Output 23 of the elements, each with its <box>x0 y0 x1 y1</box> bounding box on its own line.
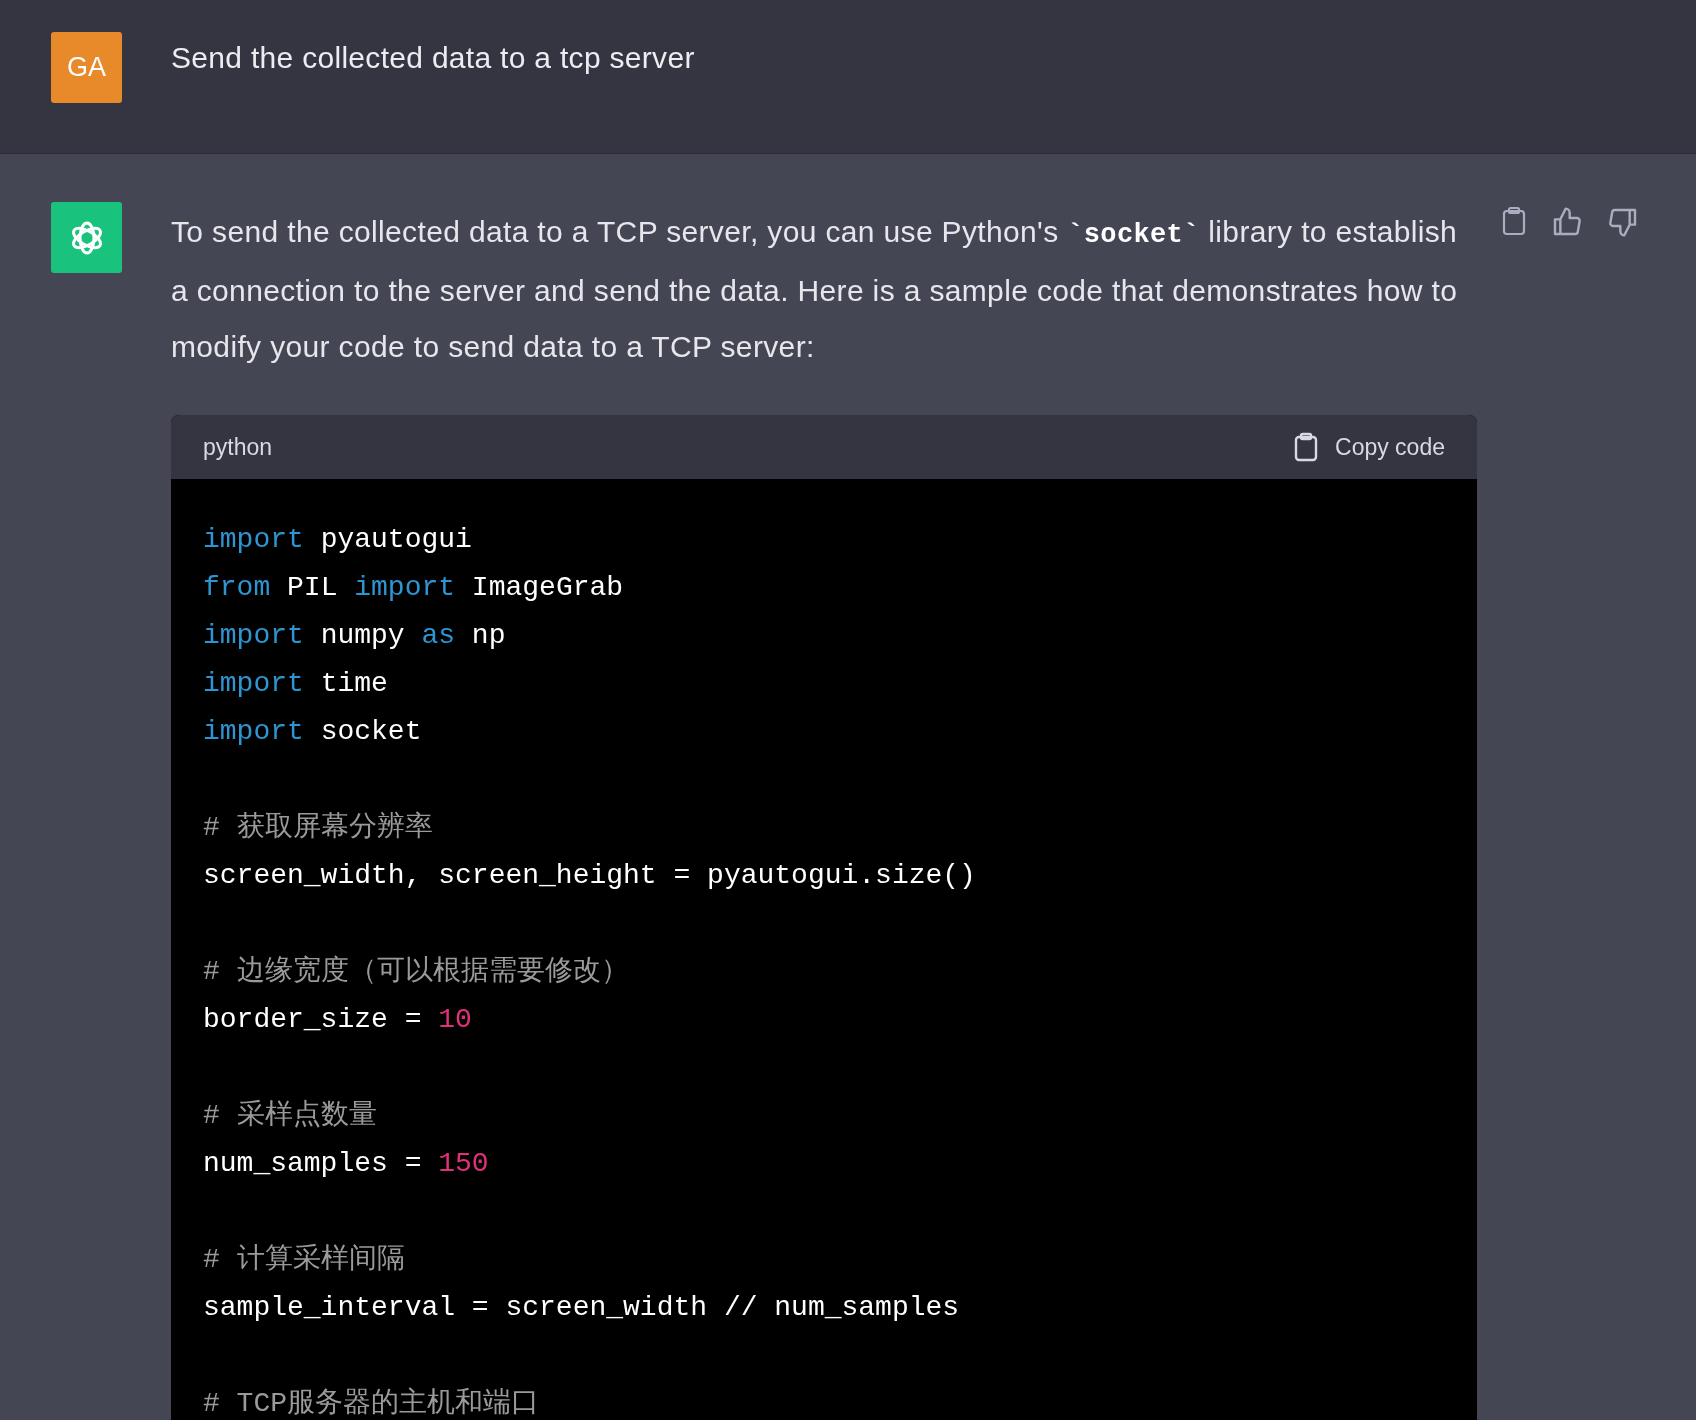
code-line: border_size = 10 <box>203 1003 473 1037</box>
user-avatar: GA <box>51 32 122 103</box>
code-line: # 采样点数量 <box>203 1099 378 1133</box>
code-line: import socket <box>203 715 423 749</box>
clipboard-icon <box>1293 432 1320 462</box>
code-line: # 边缘宽度（可以根据需要修改） <box>203 954 630 989</box>
code-line: import pyautogui <box>203 523 473 557</box>
user-message: Send the collected data to a tcp server <box>171 40 695 76</box>
thumbs-up-icon[interactable] <box>1551 206 1583 238</box>
code-line: import time <box>203 667 389 701</box>
code-line: num_samples = 150 <box>203 1147 490 1181</box>
assistant-message: To send the collected data to a TCP server, you can use Python's `socket` library to establish a connection to the server and send the data. Here is a sample code that demonstrates how to modify your code to send data to a TCP server: <box>171 214 1459 365</box>
code-line: # TCP服务器的主机和端口 <box>203 1386 540 1420</box>
code-line: # 计算采样间隔 <box>203 1243 406 1277</box>
clipboard-icon[interactable] <box>1501 206 1527 236</box>
copy-code-button[interactable]: Copy code <box>1293 432 1445 462</box>
code-line: from PIL import ImageGrab <box>203 571 625 605</box>
code-line: sample_interval = screen_width // num_samples <box>203 1291 961 1325</box>
code-line: import numpy as np <box>203 619 507 653</box>
thumbs-down-icon[interactable] <box>1607 206 1639 238</box>
code-language: python <box>203 433 273 461</box>
code-line: screen_width, screen_height = pyautogui.size() <box>203 859 977 893</box>
code-line: # 获取屏幕分辨率 <box>203 810 434 845</box>
